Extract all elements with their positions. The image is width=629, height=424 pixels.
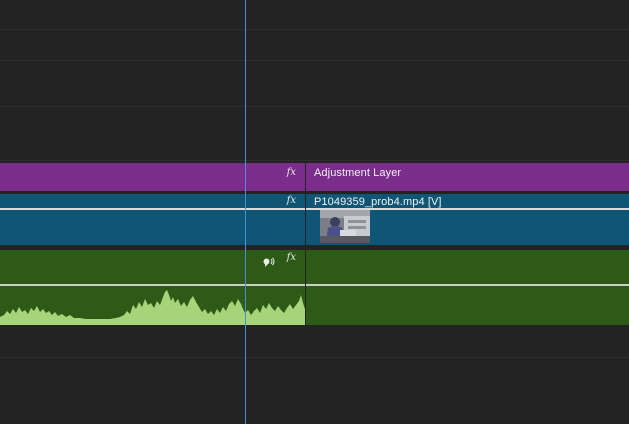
fx-badge-icon[interactable]: fx <box>287 252 296 263</box>
audio-clip-header-divider <box>0 284 305 286</box>
video-thumbnail-icon <box>320 210 370 243</box>
adjustment-layer-clip[interactable]: Adjustment Layer <box>306 163 629 191</box>
track-divider <box>0 160 629 161</box>
audio-clip-header-divider <box>306 284 629 286</box>
video-clip-label: P1049359_prob4.mp4 [V] <box>314 196 442 208</box>
track-divider <box>0 357 629 358</box>
sequence-timeline[interactable]: fx Adjustment Layer fx P1049359_prob4.mp… <box>0 0 629 424</box>
video-clip[interactable]: P1049359_prob4.mp4 [V] <box>306 194 629 245</box>
audio-clip[interactable] <box>306 250 629 325</box>
fx-badge-icon[interactable]: fx <box>287 167 296 178</box>
video-clip-header-divider <box>0 208 305 210</box>
audio-waveform <box>0 290 305 325</box>
adjustment-clip-left[interactable]: fx <box>0 163 305 191</box>
audio-clip-left[interactable]: fx <box>0 250 305 325</box>
track-divider <box>0 29 629 30</box>
track-divider <box>0 106 629 107</box>
track-divider <box>0 60 629 61</box>
adjustment-layer-label: Adjustment Layer <box>314 167 402 179</box>
video-clip-left[interactable]: fx <box>0 194 305 245</box>
voice-speaker-icon[interactable] <box>263 254 275 267</box>
playhead-line[interactable] <box>245 0 246 424</box>
fx-badge-icon[interactable]: fx <box>287 195 296 206</box>
